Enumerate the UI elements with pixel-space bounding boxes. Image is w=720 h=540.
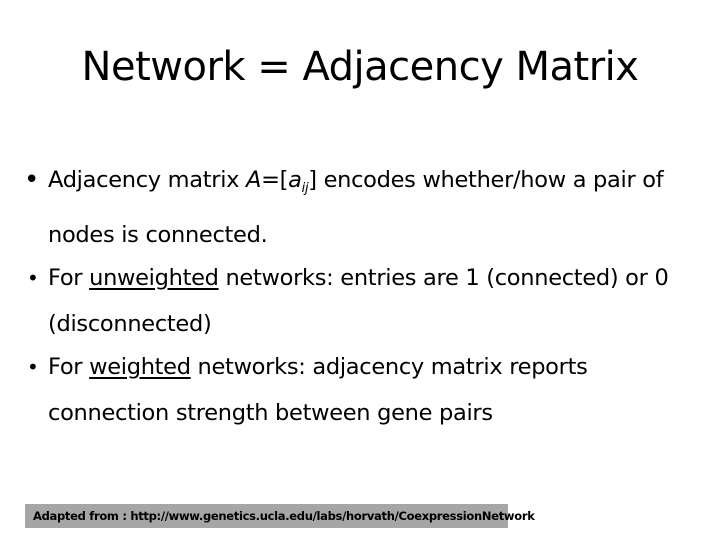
underlined-term: unweighted (89, 265, 219, 291)
bullet-marker: • (27, 355, 39, 379)
underlined-term: weighted (89, 354, 191, 380)
bullet-unweighted: • For unweighted networks: entries are 1… (24, 255, 704, 347)
bullet-adjacency-definition: • Adjacency matrix A=[aij] encodes wheth… (24, 157, 704, 258)
bullet-marker: • (27, 266, 39, 290)
slide-title: Network = Adjacency Matrix (81, 44, 639, 90)
bullet-text: For weighted networks: adjacency matrix … (48, 354, 588, 426)
entry-variable: a (288, 167, 302, 193)
bullet-text: For unweighted networks: entries are 1 (… (48, 265, 669, 337)
bullet-text: Adjacency matrix A=[aij] encodes whether… (48, 167, 664, 248)
source-citation: Adapted from : http://www.genetics.ucla.… (25, 504, 535, 528)
bullet-marker: • (24, 165, 40, 195)
matrix-variable: A (246, 167, 262, 193)
bullet-weighted: • For weighted networks: adjacency matri… (24, 344, 704, 436)
